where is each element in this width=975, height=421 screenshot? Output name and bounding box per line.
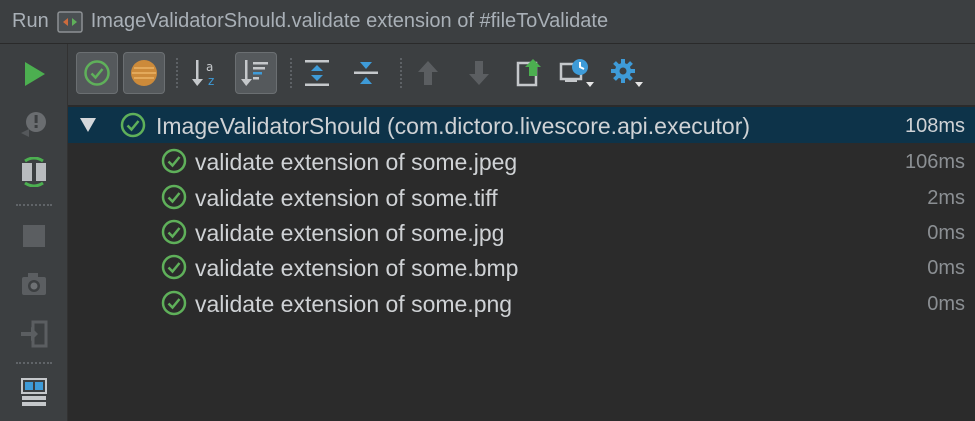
layout-icon [21, 378, 47, 406]
play-icon [25, 62, 45, 86]
test-duration: 0ms [927, 222, 965, 244]
left-bar-separator [16, 204, 52, 206]
test-duration: 2ms [927, 187, 965, 209]
test-row[interactable]: validate extension of some.png 0ms [68, 285, 975, 321]
arrow-down-icon [469, 61, 489, 85]
collapse-all-button[interactable] [345, 52, 387, 94]
run-config-icon [56, 10, 83, 33]
passed-check-icon [161, 254, 187, 280]
test-duration: 108ms [904, 115, 965, 137]
test-class-label: ImageValidatorShould (com.dictoro.livesc… [156, 113, 751, 139]
settings-button[interactable] [605, 52, 647, 94]
export-results-button[interactable] [508, 52, 550, 94]
rerun-button[interactable] [18, 58, 50, 90]
history-icon [559, 59, 594, 87]
test-duration: 0ms [927, 293, 965, 315]
passed-check-icon [161, 148, 187, 174]
rerun-failed-icon [21, 112, 46, 137]
toggle-auto-test-button[interactable] [18, 156, 50, 188]
run-config-name: ImageValidatorShould.validate extension … [90, 10, 609, 32]
run-panel-title-bar: Run ImageValidatorShould.validate extens… [0, 0, 975, 44]
test-label: validate extension of some.png [195, 291, 513, 317]
camera-icon [22, 273, 46, 295]
test-row[interactable]: validate extension of some.jpeg 106ms [68, 143, 975, 179]
passed-check-icon [161, 219, 187, 245]
passed-check-icon [120, 112, 146, 138]
sort-duration-icon [241, 60, 268, 86]
expand-all-icon [305, 60, 329, 86]
left-action-bar [0, 44, 68, 421]
arrow-up-icon [418, 61, 438, 85]
rerun-failed-button[interactable] [18, 108, 50, 140]
collapse-all-icon [354, 62, 378, 84]
test-label: validate extension of some.tiff [195, 185, 498, 211]
gear-icon [611, 59, 643, 87]
stop-button[interactable] [18, 220, 50, 252]
svg-text:z: z [208, 74, 214, 88]
test-results-tree: ImageValidatorShould (com.dictoro.livesc… [68, 105, 975, 421]
expand-all-button[interactable] [296, 52, 338, 94]
exit-icon [21, 320, 48, 348]
passed-check-icon [161, 184, 187, 210]
test-duration: 106ms [904, 151, 965, 173]
sort-by-duration-button[interactable] [235, 52, 277, 94]
test-row[interactable]: validate extension of some.jpg 0ms [68, 214, 975, 250]
check-circle-icon [84, 60, 110, 86]
panel-title: Run [12, 10, 49, 32]
show-ignored-button[interactable] [123, 52, 165, 94]
test-row[interactable]: validate extension of some.bmp 0ms [68, 249, 975, 285]
sort-alpha-icon: a z [192, 60, 214, 88]
show-passed-button[interactable] [76, 52, 118, 94]
dump-threads-button[interactable] [18, 268, 50, 300]
stop-icon [23, 225, 45, 247]
passed-check-icon [161, 290, 187, 316]
next-failed-button[interactable] [458, 52, 500, 94]
exit-button[interactable] [18, 318, 50, 350]
test-runner-toolbar: a z [68, 44, 975, 105]
test-label: validate extension of some.jpg [195, 220, 505, 246]
tree-root-row[interactable]: ImageValidatorShould (com.dictoro.livesc… [68, 107, 975, 143]
sort-alphabetically-button[interactable]: a z [186, 52, 228, 94]
test-row[interactable]: validate extension of some.tiff 2ms [68, 179, 975, 215]
toolbar-separator [290, 58, 292, 88]
svg-text:a: a [206, 60, 213, 74]
previous-failed-button[interactable] [407, 52, 449, 94]
test-label: validate extension of some.bmp [195, 255, 519, 281]
auto-test-icon [22, 157, 46, 187]
toolbar-separator [400, 58, 402, 88]
test-history-button[interactable] [556, 52, 598, 94]
test-label: validate extension of some.jpeg [195, 149, 518, 175]
ignored-circle-icon [131, 60, 157, 86]
toolbar-separator [176, 58, 178, 88]
restore-layout-button[interactable] [18, 376, 50, 408]
expand-toggle-icon[interactable] [80, 118, 96, 132]
test-duration: 0ms [927, 257, 965, 279]
export-icon [516, 59, 541, 87]
left-bar-separator [16, 362, 52, 364]
